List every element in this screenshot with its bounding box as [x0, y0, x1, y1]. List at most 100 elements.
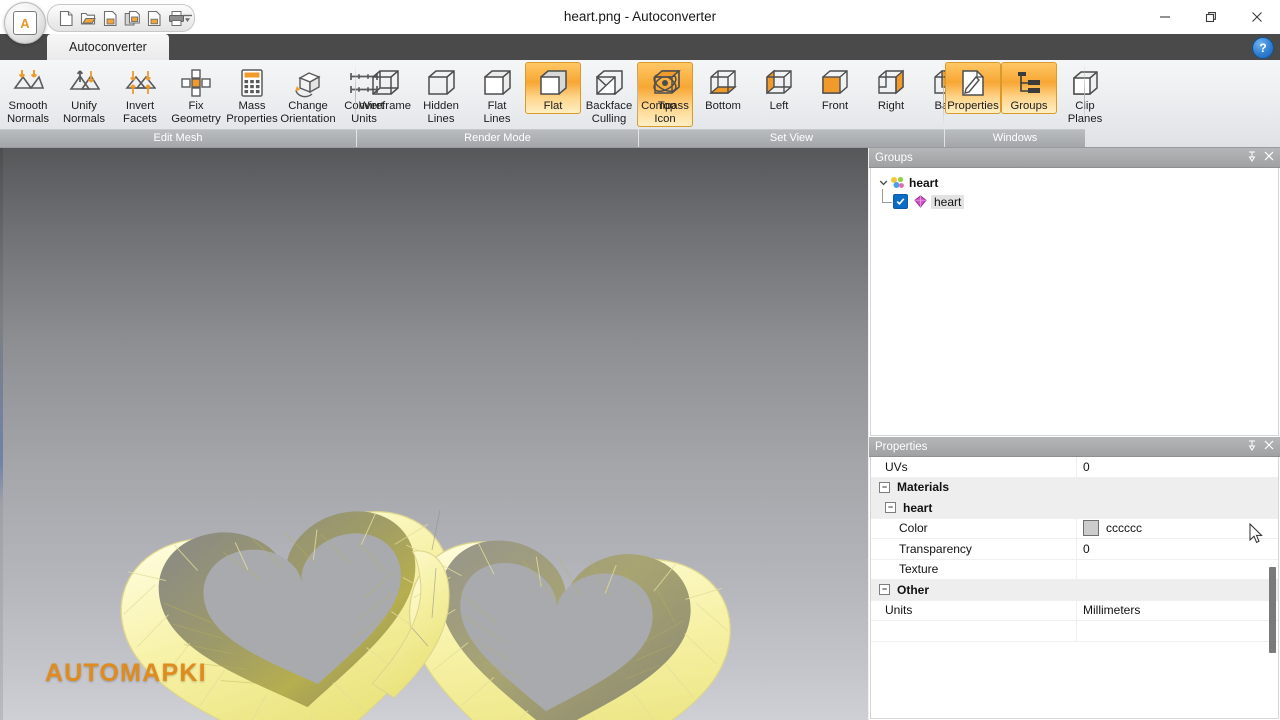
help-glyph: ?: [1259, 41, 1267, 55]
property-name: Texture: [899, 562, 939, 577]
view-bottom-button[interactable]: Bottom: [695, 62, 751, 114]
heart-mesh-model: [110, 499, 738, 720]
save-as-file-icon[interactable]: [122, 7, 142, 29]
view-left-button[interactable]: Left: [751, 62, 807, 114]
collapse-icon[interactable]: −: [885, 502, 896, 514]
tree-child-label: heart: [931, 194, 965, 209]
property-row-texture[interactable]: Texture: [871, 559, 1278, 580]
mass-properties-label: Mass Properties: [226, 100, 278, 125]
hidden-lines-button[interactable]: Hidden Lines: [413, 62, 469, 127]
backface-culling-button[interactable]: Backface Culling: [581, 62, 637, 127]
change-orientation-button[interactable]: Change Orientation: [280, 62, 336, 127]
properties-panel-titlebar: Properties: [869, 437, 1280, 457]
flat-lines-button[interactable]: Flat Lines: [469, 62, 525, 127]
chevron-down-icon[interactable]: [877, 178, 890, 187]
properties-label: Properties: [947, 100, 999, 112]
ribbon-group-edit-mesh: Smooth Normals Unify Normals Invert Face…: [0, 60, 384, 147]
property-value[interactable]: [1076, 559, 1278, 579]
application-menu-button[interactable]: A: [4, 2, 46, 44]
invert-facets-button[interactable]: Invert Facets: [112, 62, 168, 127]
visibility-checkbox[interactable]: [893, 194, 908, 209]
ribbon-group-set-view: Top Bottom Left Front Right Set View: [639, 60, 1033, 147]
property-row-uvs[interactable]: UVs 0: [871, 457, 1278, 478]
ribbon-group-label-windows: Windows: [945, 129, 1085, 147]
properties-scrollbar-thumb[interactable]: [1269, 567, 1276, 653]
ribbon: Smooth Normals Unify Normals Invert Face…: [0, 60, 1280, 148]
groups-panel-title: Groups: [875, 151, 913, 164]
unify-normals-button[interactable]: Unify Normals: [56, 62, 112, 127]
property-group-heart[interactable]: − heart: [871, 498, 1278, 519]
color-swatch[interactable]: [1083, 520, 1099, 537]
tree-row-root[interactable]: heart: [871, 173, 1278, 192]
restore-button[interactable]: [1188, 0, 1234, 34]
view-top-button[interactable]: Top: [639, 62, 695, 114]
change-orientation-icon: [292, 66, 324, 100]
clip-planes-icon: [1070, 66, 1100, 100]
close-icon[interactable]: [1264, 151, 1274, 164]
unify-normals-label: Unify Normals: [62, 100, 106, 125]
collapse-icon[interactable]: −: [879, 481, 890, 493]
property-name: Units: [885, 603, 913, 618]
mesh-node-icon: [913, 195, 927, 209]
property-value: [1076, 478, 1278, 498]
view-bottom-icon: [708, 66, 738, 100]
view-left-icon: [764, 66, 794, 100]
property-row-units[interactable]: Units Millimeters: [871, 600, 1278, 621]
mass-properties-button[interactable]: Mass Properties: [224, 62, 280, 127]
help-icon[interactable]: ?: [1252, 37, 1274, 59]
view-front-label: Front: [821, 100, 849, 112]
property-row-color[interactable]: Color cccccc: [871, 518, 1278, 539]
property-group-name: Materials: [897, 480, 950, 495]
flat-button[interactable]: Flat: [525, 62, 581, 114]
property-name: Color: [899, 521, 928, 536]
hidden-lines-label: Hidden Lines: [423, 100, 459, 125]
pin-icon[interactable]: [1247, 151, 1257, 165]
properties-button[interactable]: Properties: [945, 62, 1001, 114]
property-value[interactable]: 0: [1076, 539, 1278, 559]
property-value: [1076, 498, 1278, 518]
new-file-icon[interactable]: [56, 7, 76, 29]
open-file-icon[interactable]: [78, 7, 98, 29]
pin-icon[interactable]: [1247, 440, 1257, 454]
groups-button[interactable]: Groups: [1001, 62, 1057, 114]
property-row-transparency[interactable]: Transparency 0: [871, 539, 1278, 560]
viewport-3d[interactable]: AUTOMAPKI: [0, 148, 868, 720]
tree-connector: [882, 189, 892, 203]
property-value[interactable]: Millimeters: [1076, 600, 1278, 620]
properties-icon: [959, 66, 987, 100]
ribbon-group-label-set-view: Set View: [639, 129, 944, 147]
close-icon[interactable]: [1264, 440, 1274, 453]
export-file-icon[interactable]: [144, 7, 164, 29]
window-controls: [1142, 0, 1280, 34]
property-value: cccccc: [1106, 521, 1142, 536]
fix-geometry-label: Fix Geometry: [171, 100, 221, 125]
fix-geometry-button[interactable]: Fix Geometry: [168, 62, 224, 127]
smooth-normals-label: Smooth Normals: [6, 100, 50, 125]
invert-facets-label: Invert Facets: [123, 100, 157, 125]
view-right-button[interactable]: Right: [863, 62, 919, 114]
collapse-icon[interactable]: −: [879, 584, 890, 596]
tab-autoconverter[interactable]: Autoconverter: [47, 34, 169, 60]
properties-panel: Properties UVs 0 − Materials − heart Col…: [869, 437, 1280, 720]
property-group-materials[interactable]: − Materials: [871, 477, 1278, 498]
wireframe-button[interactable]: Wireframe: [357, 62, 413, 114]
tree-row-child[interactable]: heart: [871, 189, 1278, 211]
view-front-icon: [820, 66, 850, 100]
view-front-button[interactable]: Front: [807, 62, 863, 114]
clip-planes-button[interactable]: Clip Planes: [1057, 62, 1113, 127]
close-button[interactable]: [1234, 0, 1280, 34]
property-group-other[interactable]: − Other: [871, 580, 1278, 601]
minimize-button[interactable]: [1142, 0, 1188, 34]
smooth-normals-button[interactable]: Smooth Normals: [0, 62, 56, 127]
save-file-icon[interactable]: [100, 7, 120, 29]
mass-properties-icon: [237, 66, 267, 100]
ribbon-group-separator: [637, 64, 638, 126]
groups-tree[interactable]: heart heart: [870, 168, 1279, 436]
flat-icon: [537, 66, 569, 100]
properties-grid[interactable]: UVs 0 − Materials − heart Color cccccc T…: [870, 457, 1279, 719]
property-value[interactable]: 0: [1076, 457, 1278, 477]
tab-label: Autoconverter: [69, 40, 147, 54]
ribbon-group-separator: [1084, 64, 1085, 126]
quick-access-more-icon[interactable]: [180, 11, 194, 25]
groups-panel: Groups heart heart: [869, 148, 1280, 437]
